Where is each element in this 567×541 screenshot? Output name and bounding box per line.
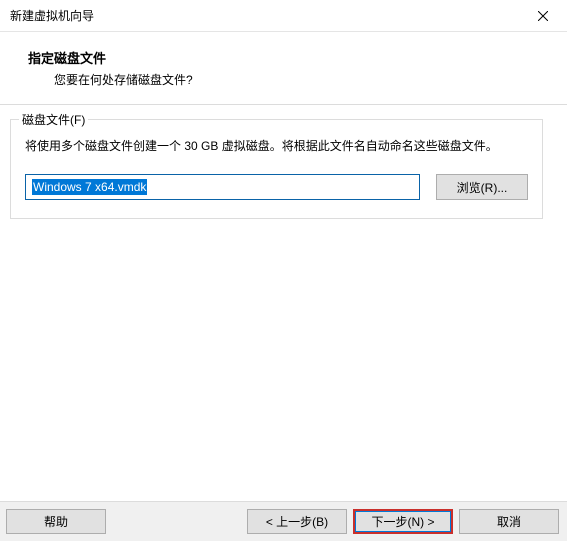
cancel-button[interactable]: 取消 [459,509,559,534]
page-subtitle: 您要在何处存储磁盘文件? [28,71,547,88]
titlebar: 新建虚拟机向导 [0,0,567,32]
next-button[interactable]: 下一步(N) > [353,509,453,534]
file-row: Windows 7 x64.vmdk 浏览(R)... [25,174,528,200]
close-icon [538,11,548,21]
disk-file-value: Windows 7 x64.vmdk [32,179,147,195]
page-title: 指定磁盘文件 [28,48,547,67]
disk-description: 将使用多个磁盘文件创建一个 30 GB 虚拟磁盘。将根据此文件名自动命名这些磁盘… [25,136,528,156]
close-button[interactable] [520,1,565,31]
disk-file-fieldset: 磁盘文件(F) 将使用多个磁盘文件创建一个 30 GB 虚拟磁盘。将根据此文件名… [10,119,543,219]
wizard-header: 指定磁盘文件 您要在何处存储磁盘文件? [0,32,567,105]
window-title: 新建虚拟机向导 [10,7,94,24]
help-button[interactable]: 帮助 [6,509,106,534]
footer: 帮助 < 上一步(B) 下一步(N) > 取消 [0,501,567,541]
browse-button[interactable]: 浏览(R)... [436,174,528,200]
fieldset-legend: 磁盘文件(F) [19,111,88,128]
disk-file-input[interactable]: Windows 7 x64.vmdk [25,174,420,200]
content-area: 磁盘文件(F) 将使用多个磁盘文件创建一个 30 GB 虚拟磁盘。将根据此文件名… [0,105,567,239]
back-button[interactable]: < 上一步(B) [247,509,347,534]
